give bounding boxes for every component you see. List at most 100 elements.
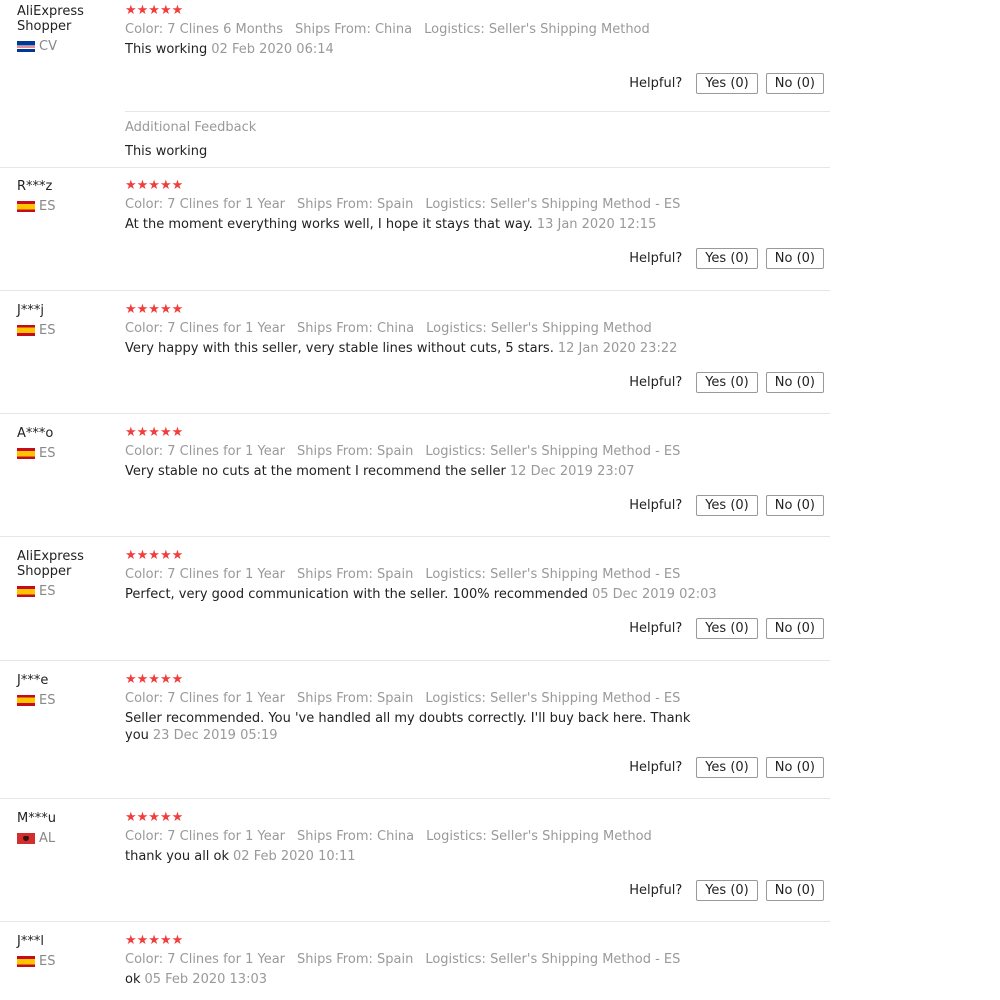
divider	[0, 167, 830, 168]
reviewer-name: AliExpress Shopper	[17, 549, 84, 579]
review-meta: Color: 7 Clines for 1 Year Ships From: Sp…	[125, 443, 830, 460]
logistics: Logistics: Seller's Shipping Method	[426, 321, 652, 336]
helpful-yes-button[interactable]: Yes (0)	[696, 757, 758, 778]
review-text: ok	[125, 972, 141, 987]
reviewer-country: ES	[17, 692, 117, 708]
reviewer-name: A***o	[17, 426, 54, 441]
helpful-no-button[interactable]: No (0)	[765, 495, 824, 516]
logistics: Logistics: Seller's Shipping Method	[426, 829, 652, 844]
country-flag-icon	[17, 40, 35, 52]
country-code: ES	[39, 692, 56, 708]
helpful-votes: Helpful? Yes (0) No (0)	[629, 880, 824, 901]
review-date: 05 Feb 2020 13:03	[144, 972, 267, 987]
star-rating: ★★★★★	[125, 425, 184, 440]
review-text-line: At the moment everything works well, I h…	[125, 216, 830, 233]
helpful-votes: Helpful? Yes (0) No (0)	[629, 618, 824, 639]
sku-color: Color: 7 Clines for 1 Year	[125, 829, 286, 844]
ships-from: Ships From: Spain	[297, 952, 414, 967]
helpful-label: Helpful?	[629, 883, 683, 898]
helpful-votes: Helpful? Yes (0) No (0)	[629, 372, 824, 393]
review-meta: Color: 7 Clines for 1 Year Ships From: Sp…	[125, 690, 830, 707]
helpful-label: Helpful?	[629, 76, 683, 91]
logistics: Logistics: Seller's Shipping Method - ES	[425, 952, 681, 967]
review-text: At the moment everything works well, I h…	[125, 217, 533, 232]
reviewer-country: ES	[17, 323, 117, 338]
additional-feedback: Additional Feedback This working	[125, 119, 256, 160]
country-flag-icon	[17, 955, 35, 967]
helpful-no-button[interactable]: No (0)	[765, 372, 824, 393]
logistics: Logistics: Seller's Shipping Method - ES	[425, 197, 681, 212]
helpful-label: Helpful?	[629, 498, 683, 513]
additional-feedback-text: This working	[125, 144, 208, 159]
helpful-label: Helpful?	[629, 621, 683, 636]
sku-color: Color: 7 Clines 6 Months	[125, 22, 283, 37]
review-date: 12 Jan 2020 23:22	[557, 341, 678, 356]
reviewer-name: J***l	[17, 934, 44, 949]
sku-color: Color: 7 Clines for 1 Year	[125, 197, 286, 212]
review-text: This working	[125, 42, 208, 57]
logistics: Logistics: Seller's Shipping Method - ES	[425, 691, 681, 706]
reviewer: R***z ES	[17, 179, 117, 214]
reviewer: M***u AL	[17, 811, 117, 846]
reviewer-country: CV	[17, 38, 117, 54]
divider	[0, 921, 830, 922]
country-code: ES	[39, 583, 56, 599]
reviewer-name: J***j	[17, 303, 44, 318]
review-content: ★★★★★ Color: 7 Clines for 1 Year Ships Fr…	[125, 303, 830, 357]
country-code: ES	[39, 198, 56, 214]
country-code: CV	[39, 38, 57, 54]
helpful-no-button[interactable]: No (0)	[765, 880, 824, 901]
helpful-yes-button[interactable]: Yes (0)	[696, 73, 758, 94]
reviewer: J***e ES	[17, 673, 117, 708]
divider	[0, 660, 830, 661]
review-content: ★★★★★ Color: 7 Clines 6 Months Ships From…	[125, 4, 830, 58]
star-rating: ★★★★★	[125, 3, 184, 18]
review-text-line: Very happy with this seller, very stable…	[125, 340, 830, 357]
review-meta: Color: 7 Clines for 1 Year Ships From: Ch…	[125, 320, 830, 337]
divider	[0, 536, 830, 537]
review-content: ★★★★★ Color: 7 Clines for 1 Year Ships Fr…	[125, 426, 830, 480]
country-flag-icon	[17, 832, 35, 844]
reviewer: AliExpress Shopper CV	[17, 4, 117, 54]
review-content: ★★★★★ Color: 7 Clines for 1 Year Ships Fr…	[125, 934, 830, 988]
helpful-yes-button[interactable]: Yes (0)	[696, 495, 758, 516]
star-rating: ★★★★★	[125, 302, 184, 317]
country-code: ES	[39, 445, 56, 461]
divider	[0, 413, 830, 414]
divider	[0, 798, 830, 799]
helpful-yes-button[interactable]: Yes (0)	[696, 618, 758, 639]
country-code: ES	[39, 953, 56, 969]
helpful-votes: Helpful? Yes (0) No (0)	[629, 73, 824, 94]
review-text-line: thank you all ok 02 Feb 2020 10:11	[125, 848, 830, 865]
logistics: Logistics: Seller's Shipping Method	[424, 22, 650, 37]
helpful-yes-button[interactable]: Yes (0)	[696, 372, 758, 393]
helpful-no-button[interactable]: No (0)	[765, 757, 824, 778]
reviewer-country: ES	[17, 953, 117, 969]
helpful-label: Helpful?	[629, 760, 683, 775]
divider	[0, 290, 830, 291]
helpful-no-button[interactable]: No (0)	[765, 73, 824, 94]
reviewer: J***j ES	[17, 303, 117, 338]
reviewer-country: AL	[17, 831, 117, 846]
review-text-line: Very stable no cuts at the moment I reco…	[125, 463, 830, 480]
helpful-votes: Helpful? Yes (0) No (0)	[629, 495, 824, 516]
ships-from: Ships From: Spain	[297, 444, 414, 459]
helpful-no-button[interactable]: No (0)	[765, 618, 824, 639]
reviewer-name: J***e	[17, 673, 49, 688]
country-flag-icon	[17, 200, 35, 212]
review-meta: Color: 7 Clines for 1 Year Ships From: Sp…	[125, 951, 830, 968]
review-content: ★★★★★ Color: 7 Clines for 1 Year Ships Fr…	[125, 549, 830, 603]
star-rating: ★★★★★	[125, 933, 184, 948]
helpful-yes-button[interactable]: Yes (0)	[696, 880, 758, 901]
helpful-yes-button[interactable]: Yes (0)	[696, 248, 758, 269]
sku-color: Color: 7 Clines for 1 Year	[125, 952, 286, 967]
helpful-no-button[interactable]: No (0)	[765, 248, 824, 269]
helpful-label: Helpful?	[629, 251, 683, 266]
reviewer: J***l ES	[17, 934, 117, 969]
review-content: ★★★★★ Color: 7 Clines for 1 Year Ships Fr…	[125, 811, 830, 865]
review-content: ★★★★★ Color: 7 Clines for 1 Year Ships Fr…	[125, 673, 830, 744]
reviewer: A***o ES	[17, 426, 117, 461]
ships-from: Ships From: China	[297, 321, 415, 336]
review-meta: Color: 7 Clines for 1 Year Ships From: Sp…	[125, 196, 830, 213]
reviewer-country: ES	[17, 198, 117, 214]
